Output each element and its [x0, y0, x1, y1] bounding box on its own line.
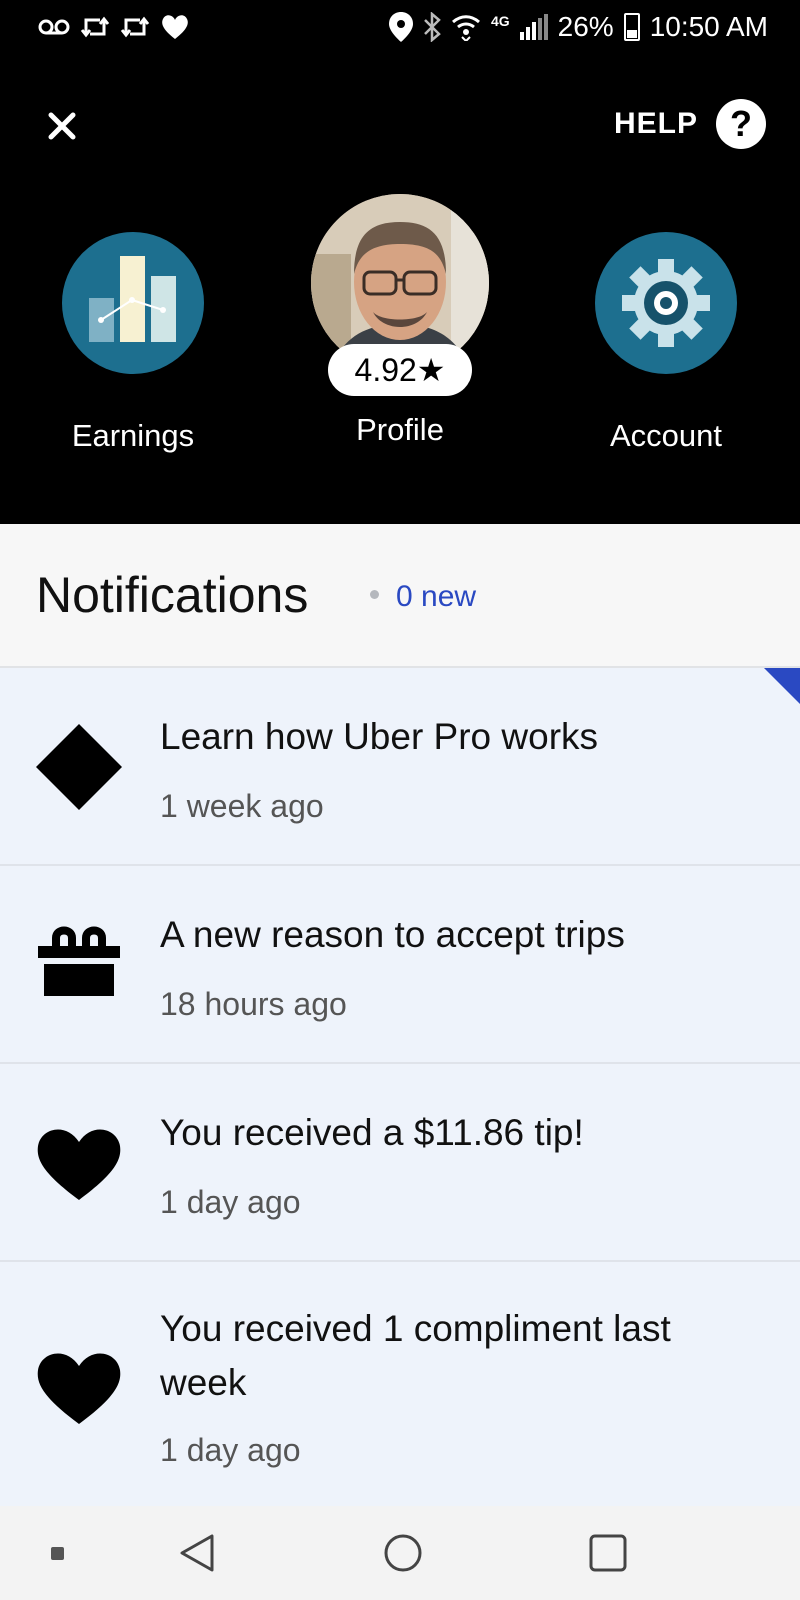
back-icon	[180, 1534, 214, 1572]
signal-icon	[519, 14, 548, 40]
menu-dot-button[interactable]	[32, 1528, 82, 1578]
notification-item[interactable]: You received 1 compliment last week 1 da…	[0, 1262, 800, 1506]
new-count: 0 new	[396, 580, 477, 613]
help-icon: ?	[716, 99, 766, 149]
location-icon	[388, 12, 413, 42]
earnings-label: Earnings	[71, 418, 195, 453]
clock: 10:50 AM	[649, 11, 768, 42]
battery-icon	[623, 13, 640, 41]
close-icon	[48, 112, 76, 140]
profile-button[interactable]: 4.92★ Profile	[300, 194, 500, 448]
square-dot-icon	[50, 1546, 64, 1560]
retweet-icon	[120, 16, 150, 38]
heart-icon	[36, 1344, 122, 1430]
gift-icon	[36, 920, 122, 1006]
network-type: 4G	[490, 13, 510, 29]
notification-time: 18 hours ago	[160, 986, 347, 1022]
menu-header: HELP ? Earnings 4.92★ Profile Account	[0, 54, 800, 524]
notification-time: 1 day ago	[160, 1184, 301, 1220]
heart-icon	[162, 15, 188, 39]
rating-badge: 4.92★	[328, 344, 472, 396]
recents-button[interactable]	[583, 1528, 633, 1578]
notifications-list: Learn how Uber Pro works 1 week ago A ne…	[0, 668, 800, 1506]
unread-marker	[764, 668, 800, 704]
separator-dot	[370, 590, 379, 599]
notification-item[interactable]: You received a $11.86 tip! 1 day ago	[0, 1064, 800, 1262]
notification-title: You received a $11.86 tip!	[160, 1112, 584, 1153]
account-label: Account	[609, 418, 722, 453]
status-system-icons: 4G 26% 10:50 AM	[388, 8, 768, 46]
voicemail-icon	[38, 19, 70, 35]
close-button[interactable]	[40, 104, 84, 148]
retweet-icon	[80, 16, 110, 38]
system-navigation-bar	[0, 1506, 800, 1600]
notification-item[interactable]: Learn how Uber Pro works 1 week ago	[0, 668, 800, 866]
back-button[interactable]	[172, 1528, 222, 1578]
notification-time: 1 day ago	[160, 1432, 301, 1468]
battery-percent: 26%	[557, 11, 614, 42]
notification-time: 1 week ago	[160, 788, 324, 824]
heart-icon	[36, 1120, 122, 1206]
notification-title: A new reason to accept trips	[160, 914, 625, 955]
account-button[interactable]: Account	[566, 232, 766, 454]
wifi-icon	[451, 15, 480, 41]
help-button[interactable]: HELP ?	[614, 98, 766, 150]
gear-icon	[595, 232, 737, 374]
notification-item[interactable]: A new reason to accept trips 18 hours ag…	[0, 866, 800, 1064]
notification-title: Learn how Uber Pro works	[160, 716, 599, 757]
home-button[interactable]	[378, 1528, 428, 1578]
status-notification-icons	[38, 10, 190, 44]
profile-label: Profile	[356, 412, 444, 447]
bluetooth-icon	[424, 12, 441, 42]
earnings-button[interactable]: Earnings	[33, 232, 233, 454]
recents-icon	[589, 1534, 627, 1572]
notifications-title: Notifications	[36, 567, 309, 623]
earnings-icon	[62, 232, 204, 374]
help-label: HELP	[613, 107, 698, 140]
home-icon	[384, 1534, 422, 1572]
diamond-icon	[36, 724, 122, 810]
notification-title: You received 1 compliment last week	[160, 1308, 671, 1403]
status-bar: 4G 26% 10:50 AM	[0, 0, 800, 54]
notifications-header: Notifications 0 new	[0, 524, 800, 668]
